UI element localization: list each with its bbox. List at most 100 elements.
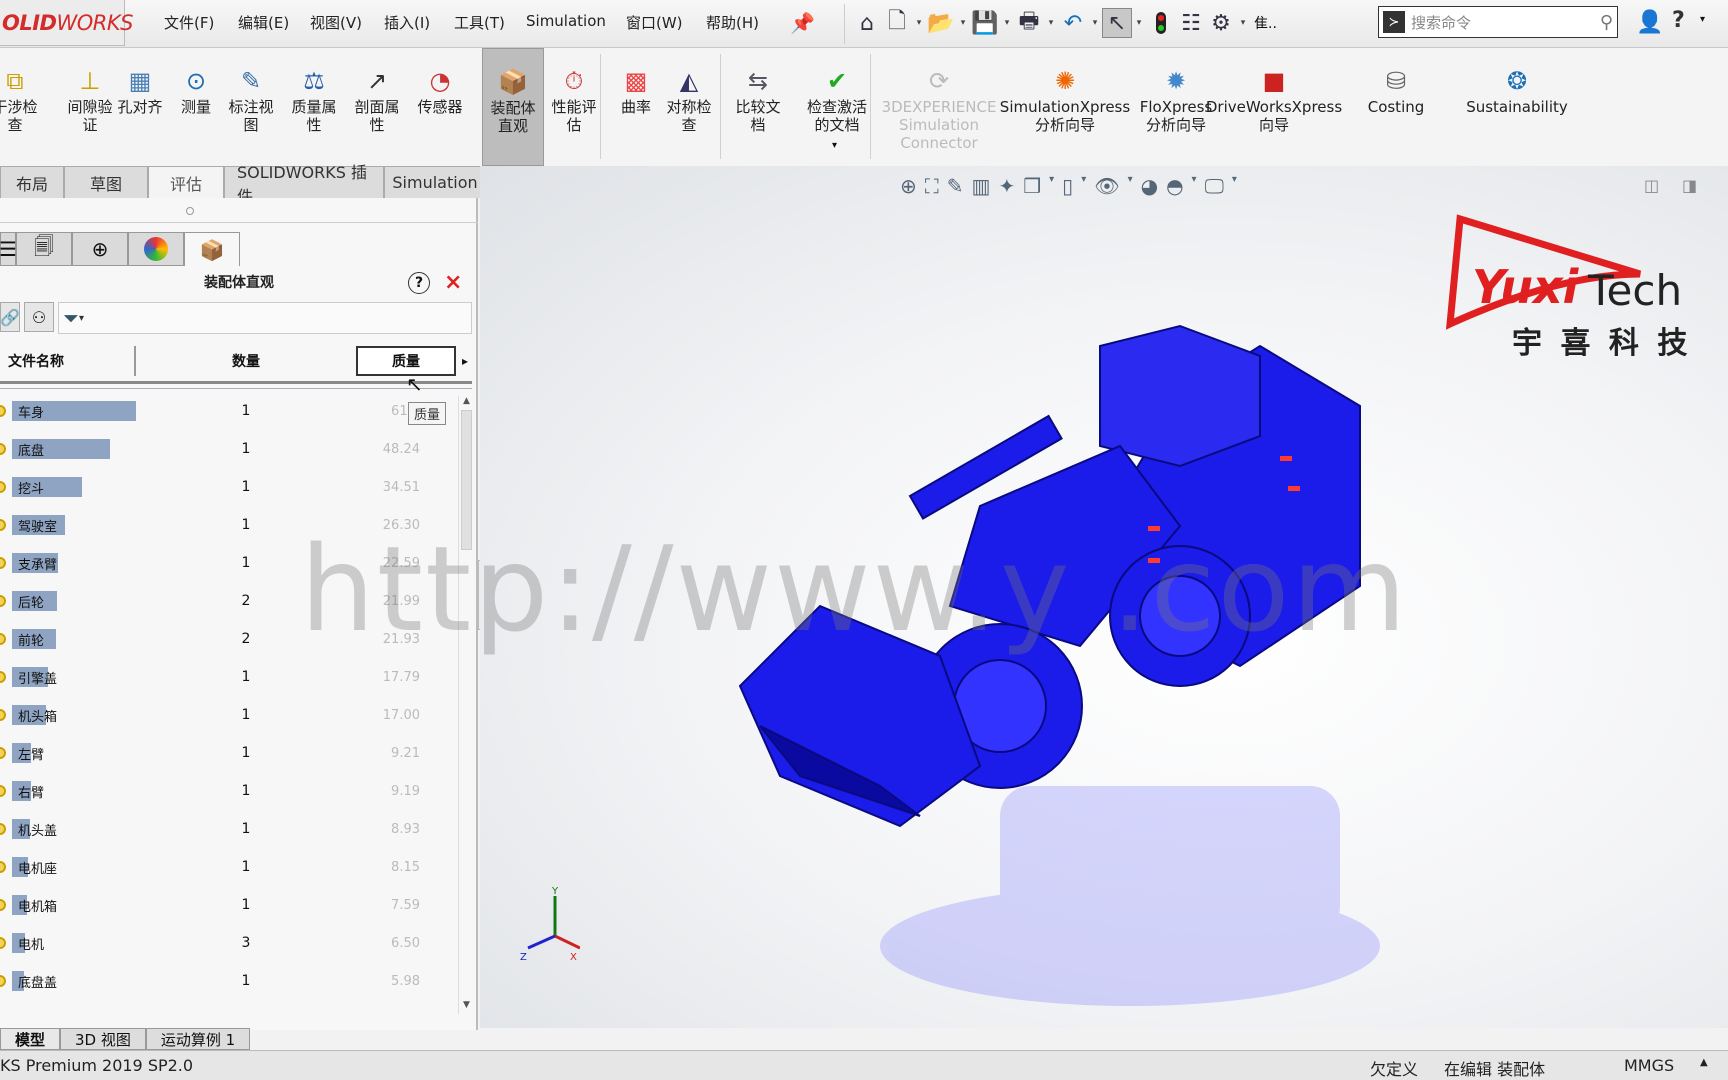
display-style-dropdown-icon[interactable]: ▾ [1081,174,1086,198]
command-button-10[interactable]: ▩ 曲率 [614,48,658,166]
scroll-up-icon[interactable]: ▲ [459,396,474,406]
command-button-0[interactable]: ⧉ 干涉检 查 [0,48,38,166]
table-row[interactable]: 底盘盖 1 5.98 [0,962,460,1000]
menu-item-1[interactable]: 编辑(E) [238,12,289,33]
edit-appearance-icon[interactable]: ◕ [1141,174,1158,198]
table-row[interactable]: 左臂 1 9.21 [0,734,460,772]
select-pointer-icon[interactable]: ↖ [1102,8,1132,38]
view-triad[interactable]: Y X Z [500,886,580,966]
command-button-11[interactable]: ◭ 对称检 查 [662,48,716,166]
command-button-1[interactable]: ⊥ 间隙验 证 [62,48,118,166]
options-gear-icon[interactable]: ⚙ [1206,8,1236,38]
tab-property-manager[interactable]: 🗐 [16,232,72,266]
view-settings-dropdown-icon[interactable]: ▾ [1232,174,1237,198]
command-button-16[interactable]: ✹ FloXpress 分析向导 [1136,48,1216,166]
tab-3[interactable]: SOLIDWORKS 插件 [224,163,384,206]
table-row[interactable]: 电机箱 1 7.59 [0,886,460,924]
table-row[interactable]: 电机 3 6.50 [0,924,460,962]
command-button-6[interactable]: ↗ 剖面属 性 [348,48,406,166]
flat-nested-toggle-icon[interactable]: ⚇ [24,302,54,332]
filter-bar[interactable]: ⏷ ▾ [58,302,472,334]
apply-scene-icon[interactable]: ◓ [1166,174,1183,198]
tab-1[interactable]: 草图 [64,166,148,198]
tab-configuration-manager[interactable]: ⊕ [72,232,128,266]
group-icon[interactable]: 🔗 [0,302,20,332]
table-row[interactable]: 底盘 1 48.24 [0,430,460,468]
hide-show-items-icon[interactable]: 👁 [1094,174,1119,198]
zoom-to-area-icon[interactable]: ⛶ [925,174,939,198]
panel-splitter-handle[interactable] [186,207,194,215]
select-dropdown-icon[interactable]: ▾ [1132,18,1146,28]
table-row[interactable]: 引擎盖 1 17.79 [0,658,460,696]
view-orientation-dropdown-icon[interactable]: ▾ [1049,174,1054,198]
options-dropdown-icon[interactable]: ▾ [1236,18,1250,28]
section-view-icon[interactable]: ▥ [972,174,991,198]
open-dropdown-icon[interactable]: ▾ [956,18,970,28]
new-dropdown-icon[interactable]: ▾ [912,18,926,28]
search-magnifier-icon[interactable]: ⚲ [1600,12,1613,33]
command-button-19[interactable]: ❂ Sustainability [1462,48,1572,166]
tab-display-manager[interactable] [128,232,184,266]
command-button-15[interactable]: ✺ SimulationXpress 分析向导 [1000,48,1130,166]
check-active-dropdown-icon[interactable]: ▾ [832,140,837,151]
new-document-icon[interactable]: 🗋 [882,8,912,38]
rebuild-traffic-light-icon[interactable] [1146,8,1176,38]
menu-item-2[interactable]: 视图(V) [310,12,362,33]
print-dropdown-icon[interactable]: ▾ [1044,18,1058,28]
help-icon[interactable]: ? [1672,8,1685,33]
save-icon[interactable]: 💾 [970,8,1000,38]
column-mass[interactable]: 质量 [356,345,456,376]
table-row[interactable]: 电机座 1 8.15 [0,848,460,886]
bottom-tab-2[interactable]: 运动算例 1 [145,1028,251,1050]
column-file-name[interactable]: 文件名称 [0,345,136,376]
undo-icon[interactable]: ↶ [1058,8,1088,38]
tab-feature-manager[interactable]: ☰ [0,232,17,266]
units-dropdown-icon[interactable]: ▲ [1700,1057,1708,1068]
menu-item-3[interactable]: 插入(I) [384,12,430,33]
menu-item-4[interactable]: 工具(T) [454,12,505,33]
file-properties-icon[interactable]: ☷ [1176,8,1206,38]
command-button-7[interactable]: ◔ 传感器 [410,48,470,166]
tab-assembly-visualization[interactable]: 📦 [184,232,240,266]
solidworks-logo[interactable]: OLID WORKS [0,0,133,46]
filter-dropdown-icon[interactable]: ▾ [79,313,84,324]
command-button-2[interactable]: ▦ 孔对齐 [114,48,166,166]
panel-close-button[interactable]: × [444,270,462,295]
command-button-8[interactable]: 📦 装配体 直观 [482,48,544,166]
command-button-5[interactable]: ⚖ 质量属 性 [284,48,344,166]
panel-help-button[interactable]: ? [408,272,430,294]
tab-2[interactable]: 评估 [148,166,224,198]
pin-icon[interactable]: 📌 [790,6,815,40]
table-row[interactable]: 挖斗 1 34.51 [0,468,460,506]
menu-item-5[interactable]: Simulation [526,12,606,30]
menu-item-6[interactable]: 窗口(W) [626,12,683,33]
home-icon[interactable]: ⌂ [852,8,882,38]
bottom-tab-0[interactable]: 模型 [0,1028,61,1050]
search-commands-input[interactable]: ≻ 搜索命令 ⚲ [1378,6,1618,38]
command-button-12[interactable]: ⇆ 比较文 档 [728,48,788,166]
menu-item-0[interactable]: 文件(F) [164,12,214,33]
command-button-18[interactable]: ⛁ Costing [1356,48,1436,166]
help-dropdown-icon[interactable]: ▾ [1700,14,1705,25]
zoom-to-fit-icon[interactable]: ⊕ [900,174,917,198]
table-row[interactable]: 车身 1 61.3 [0,392,460,430]
overflow-label[interactable]: 隹.. [1250,13,1281,33]
column-quantity[interactable]: 数量 [136,346,356,376]
undo-dropdown-icon[interactable]: ▾ [1088,18,1102,28]
bottom-tab-1[interactable]: 3D 视图 [60,1028,146,1050]
menu-item-7[interactable]: 帮助(H) [706,12,759,33]
print-icon[interactable]: 🖶 [1014,8,1044,38]
filter-funnel-icon[interactable]: ⏷ [63,306,79,330]
list-scrollbar[interactable]: ▲ ▼ [458,396,474,1014]
view-settings-monitor-icon[interactable]: 🖵 [1205,174,1224,198]
table-row[interactable]: 右臂 1 9.19 [0,772,460,810]
dynamic-annotation-icon[interactable]: ✦ [998,174,1015,198]
scene-dropdown-icon[interactable]: ▾ [1192,174,1197,198]
table-row[interactable]: 机头盖 1 8.93 [0,810,460,848]
table-row[interactable]: 机头箱 1 17.00 [0,696,460,734]
command-button-17[interactable]: ■ DriveWorksXpress 向导 [1206,48,1342,166]
open-icon[interactable]: 📂 [926,8,956,38]
command-button-9[interactable]: ⏱ 性能评 估 [546,48,602,166]
command-button-3[interactable]: ⊙ 测量 [172,48,220,166]
tab-4[interactable]: Simulation [384,166,486,198]
